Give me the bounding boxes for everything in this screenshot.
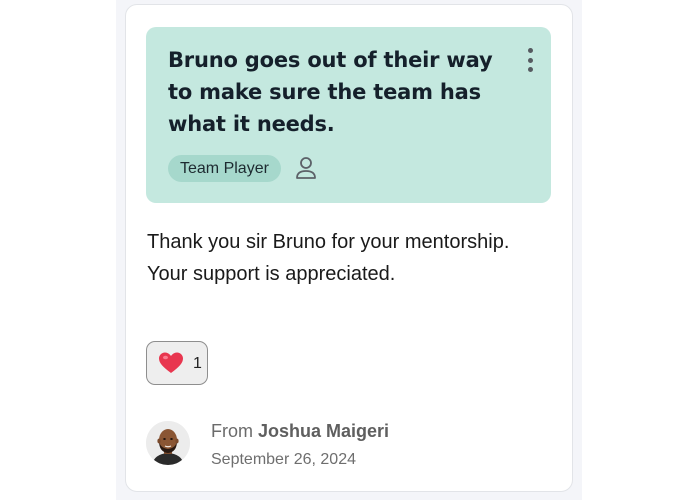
person-icon[interactable]	[295, 156, 317, 180]
author-prefix: From	[211, 421, 253, 441]
author-name[interactable]: Joshua Maigeri	[258, 421, 389, 441]
heart-icon	[159, 352, 183, 373]
heart-reaction-button[interactable]: 1	[146, 341, 208, 385]
author-line: From Joshua Maigeri	[211, 420, 389, 442]
more-options-button[interactable]	[520, 46, 540, 74]
recognition-message: Thank you sir Bruno for your mentorship.…	[147, 231, 510, 285]
kebab-menu-icon	[527, 48, 533, 53]
recognition-headline: Bruno goes out of their way to make sure…	[168, 48, 493, 136]
value-tag[interactable]: Team Player	[168, 155, 281, 182]
author-avatar[interactable]	[146, 421, 190, 465]
reaction-count: 1	[193, 355, 202, 372]
post-date: September 26, 2024	[211, 451, 356, 468]
